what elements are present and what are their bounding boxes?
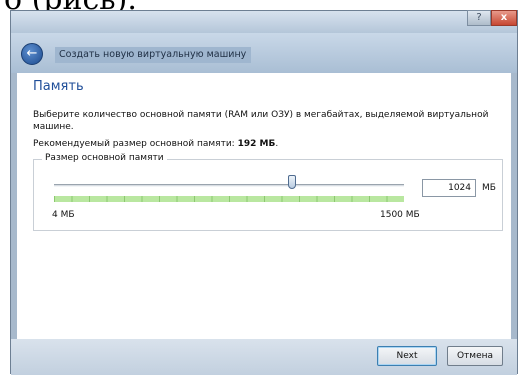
- recommended-prefix: Рекомендуемый размер основной памяти:: [33, 139, 235, 149]
- recommended-suffix: .: [275, 139, 279, 149]
- wizard-content: Память Выберите количество основной памя…: [17, 73, 511, 339]
- wizard-window: ? x ← Создать новую виртуальную машину П…: [10, 10, 518, 375]
- description-text: Выберите количество основной памяти (RAM…: [33, 110, 489, 132]
- memory-group-label: Размер основной памяти: [42, 153, 167, 163]
- close-button[interactable]: x: [491, 10, 517, 26]
- next-button[interactable]: Next: [377, 346, 437, 366]
- help-button[interactable]: ?: [467, 10, 491, 26]
- recommended-value: 192 МБ: [237, 139, 276, 149]
- back-arrow-icon[interactable]: ←: [21, 43, 43, 65]
- cancel-button[interactable]: Отмена: [447, 346, 503, 366]
- window-title: Создать новую виртуальную машину: [55, 47, 251, 63]
- window-title-strip: ? x: [11, 10, 517, 33]
- memory-size-input[interactable]: [422, 179, 476, 197]
- memory-size-group: Размер основной памяти 4 МБ 1500 МБ МБ: [33, 153, 503, 231]
- page-title: Память: [33, 79, 84, 94]
- slider-max-label: 1500 МБ: [380, 210, 420, 220]
- memory-slider-thumb[interactable]: [288, 175, 296, 189]
- memory-slider-track[interactable]: [54, 184, 404, 187]
- wizard-footer: Next Отмена: [11, 339, 517, 375]
- memory-unit-label: МБ: [482, 183, 496, 193]
- wizard-nav-bar: ← Создать новую виртуальную машину: [11, 33, 517, 73]
- memory-slider-scale: [54, 196, 404, 202]
- recommended-memory-text: Рекомендуемый размер основной памяти: 19…: [33, 139, 278, 149]
- slider-min-label: 4 МБ: [52, 210, 75, 220]
